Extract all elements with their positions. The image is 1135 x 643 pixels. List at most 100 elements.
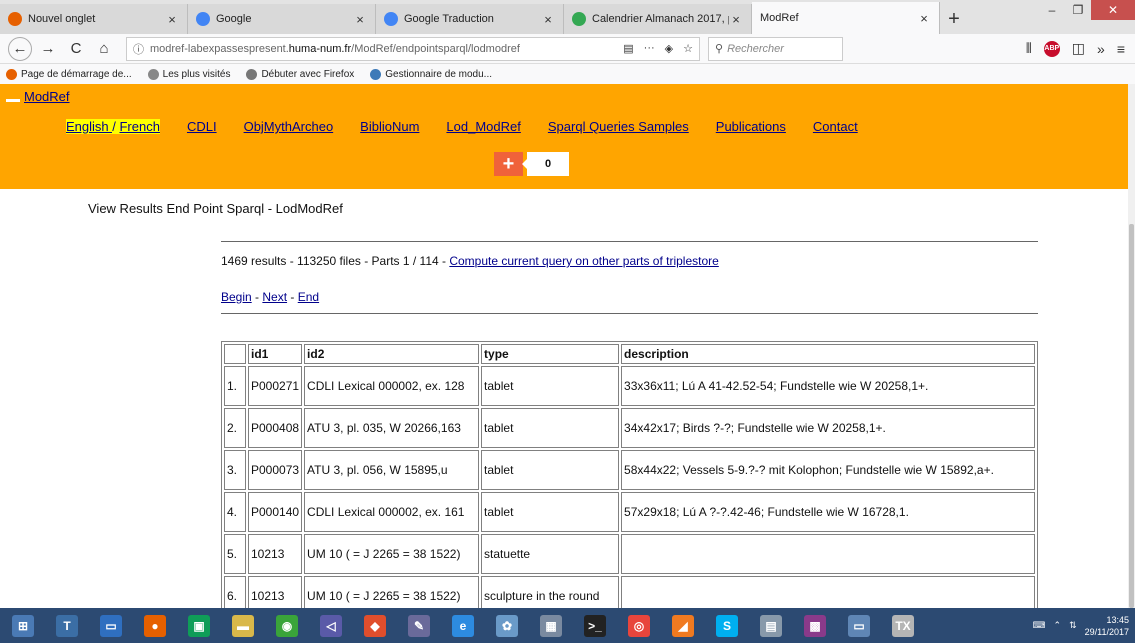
reload-button[interactable]: C [64, 37, 88, 61]
pager-next-link[interactable]: Next [262, 290, 287, 304]
page-title: View Results End Point Sparql - LodModRe… [88, 201, 343, 216]
menu-link-contact[interactable]: Contact [813, 119, 858, 134]
forward-button[interactable]: → [36, 37, 60, 61]
search-placeholder: Rechercher [727, 42, 784, 55]
table-cell: 3. [224, 450, 246, 490]
info-icon[interactable]: ⓘ [133, 41, 144, 57]
pager-begin-link[interactable]: Begin [221, 290, 252, 304]
scrollbar-thumb[interactable] [1129, 224, 1134, 608]
taskbar-app[interactable]: ◉ [270, 611, 304, 641]
chrome-icon: ◎ [628, 614, 650, 637]
table-cell: 6. [224, 576, 246, 608]
taskbar-app[interactable]: >_ [578, 611, 612, 641]
taskbar-app[interactable]: ▭ [842, 611, 876, 641]
sidebar-icon[interactable]: ◫ [1072, 40, 1085, 57]
page-viewport: ModRef English / French CDLI ObjMythArche… [0, 84, 1128, 608]
menu-link-cdli[interactable]: CDLI [187, 119, 217, 134]
close-tab-icon[interactable]: × [165, 12, 179, 27]
maximize-button[interactable]: ❐ [1065, 0, 1091, 20]
adblock-icon[interactable]: ABP [1043, 40, 1060, 57]
page-actions-icon[interactable]: ··· [644, 42, 655, 55]
menu-link-lod-modref[interactable]: Lod_ModRef [446, 119, 520, 134]
new-tab-button[interactable]: + [940, 4, 968, 34]
taskbar-app[interactable]: ▣ [182, 611, 216, 641]
bookmark-star-icon[interactable]: ☆ [683, 42, 693, 55]
scrollbar[interactable] [1128, 84, 1135, 608]
taskbar-app[interactable]: T [50, 611, 84, 641]
window-controls: – ❐ ✕ [1039, 0, 1135, 20]
bookmark-item[interactable]: Les plus visités [147, 68, 231, 80]
tab-label: Google [216, 13, 252, 25]
menu-toggle-icon[interactable] [6, 99, 20, 102]
taskbar-app[interactable]: ✎ [402, 611, 436, 641]
taskbar-app[interactable]: ◆ [358, 611, 392, 641]
taskbar-app[interactable]: ▤ [754, 611, 788, 641]
library-icon[interactable]: ⫴ [1026, 40, 1032, 57]
lang-french-link[interactable]: French [119, 119, 160, 134]
clock[interactable]: 13:45 29/11/2017 [1085, 614, 1129, 638]
table-cell: 10213 [248, 576, 303, 608]
column-header: id2 [304, 344, 480, 364]
taskbar-app[interactable]: ▦ [534, 611, 568, 641]
bookmark-label: Les plus visités [162, 68, 231, 80]
taskbar-app[interactable]: ◢ [666, 611, 700, 641]
taskbar-app[interactable]: ▩ [798, 611, 832, 641]
url-bar[interactable]: ⓘ modref-labexpassespresent. huma-num.fr /… [126, 36, 700, 61]
minimize-button[interactable]: – [1039, 0, 1065, 20]
tex-icon: T [56, 614, 78, 637]
taskbar-app[interactable]: ◎ [622, 611, 656, 641]
taskbar-app[interactable]: ◁ [314, 611, 348, 641]
close-window-button[interactable]: ✕ [1091, 0, 1135, 20]
language-switch: English / French [66, 119, 160, 134]
taskbar-app[interactable]: ▭ [94, 611, 128, 641]
brand-link[interactable]: ModRef [24, 89, 70, 104]
menu-link-sparql-queries-samples[interactable]: Sparql Queries Samples [548, 119, 689, 134]
table-cell: 5. [224, 534, 246, 574]
browser-tab[interactable]: Calendrier Almanach 2017, pou× [564, 4, 752, 34]
pocket-icon[interactable]: ◈ [665, 42, 673, 55]
bookmark-label: Page de démarrage de... [21, 68, 132, 80]
browser-tab[interactable]: Google × [188, 4, 376, 34]
firefox-icon: ● [144, 614, 166, 637]
close-tab-icon[interactable]: × [729, 12, 743, 27]
compute-other-parts-link[interactable]: Compute current query on other parts of … [449, 254, 718, 268]
taskbar-app[interactable]: TX [886, 611, 920, 641]
table-cell: P000271 [248, 366, 303, 406]
taskbar-app[interactable]: ▬ [226, 611, 260, 641]
home-button[interactable]: ⌂ [92, 37, 116, 61]
close-tab-icon[interactable]: × [917, 11, 931, 26]
share-button[interactable]: + [494, 152, 523, 176]
close-tab-icon[interactable]: × [353, 12, 367, 27]
browser-tab[interactable]: Google Traduction × [376, 4, 564, 34]
network-icon[interactable]: ⇅ [1069, 620, 1077, 631]
menu-link-objmytharcheo[interactable]: ObjMythArcheo [244, 119, 334, 134]
menu-link-publications[interactable]: Publications [716, 119, 786, 134]
taskbar-app[interactable]: S [710, 611, 744, 641]
table-cell [621, 534, 1035, 574]
browser-tab[interactable]: Nouvel onglet × [0, 4, 188, 34]
table-cell: 4. [224, 492, 246, 532]
pager-end-link[interactable]: End [298, 290, 319, 304]
terminal-icon: >_ [584, 614, 606, 637]
reader-view-icon[interactable]: ▤ [623, 42, 633, 55]
browser-tab[interactable]: ModRef × [752, 2, 940, 34]
keyboard-icon[interactable]: ⌨ [1033, 620, 1046, 631]
table-cell: 10213 [248, 534, 303, 574]
bookmark-item[interactable]: Débuter avec Firefox [246, 68, 354, 80]
overflow-icon[interactable]: » [1097, 41, 1105, 57]
back-button[interactable]: ← [8, 36, 32, 61]
taskbar-app[interactable]: ✿ [490, 611, 524, 641]
menu-link-biblionum[interactable]: BiblioNum [360, 119, 419, 134]
close-tab-icon[interactable]: × [541, 12, 555, 27]
bookmark-item[interactable]: Page de démarrage de... [6, 68, 132, 80]
taskbar-app[interactable]: ⊞ [6, 611, 40, 641]
bookmark-item[interactable]: Gestionnaire de modu... [370, 68, 492, 80]
taskbar-app[interactable]: e [446, 611, 480, 641]
tab-label: Nouvel onglet [28, 13, 96, 25]
lang-english-link[interactable]: English [66, 119, 113, 134]
menu-icon[interactable]: ≡ [1117, 41, 1125, 57]
tray-arrow-icon[interactable]: ⌃ [1054, 620, 1062, 631]
search-input[interactable]: ⚲ Rechercher [708, 36, 843, 61]
explorer-icon: ▭ [100, 614, 122, 637]
taskbar-app[interactable]: ● [138, 611, 172, 641]
